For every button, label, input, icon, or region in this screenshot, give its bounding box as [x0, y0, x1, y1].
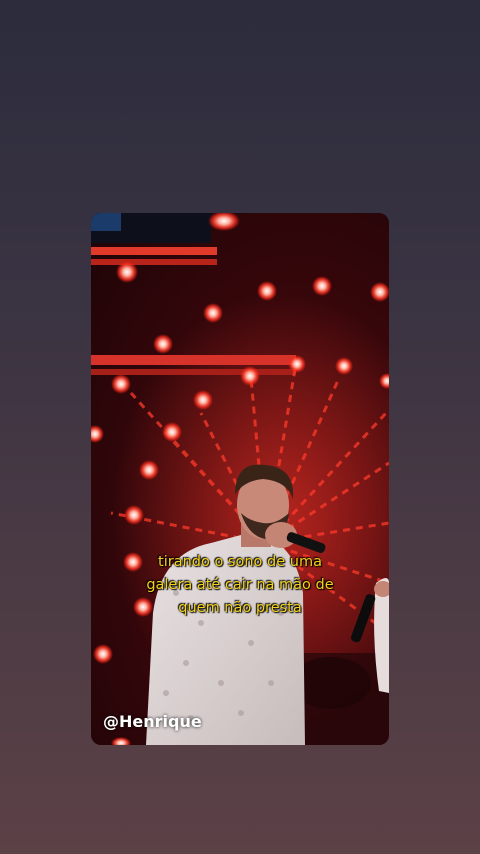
caption-line: tirando o sono de uma [158, 554, 322, 570]
username-watermark: @Henrique [103, 712, 202, 731]
caption-line: quem não presta [178, 600, 302, 616]
story-card[interactable]: tirando o sono de uma galera até cair na… [91, 213, 389, 745]
caption-line: galera até cair na mão de [146, 577, 334, 593]
concert-stage-photo [91, 213, 389, 745]
lyrics-caption: tirando o sono de uma galera até cair na… [91, 551, 389, 620]
